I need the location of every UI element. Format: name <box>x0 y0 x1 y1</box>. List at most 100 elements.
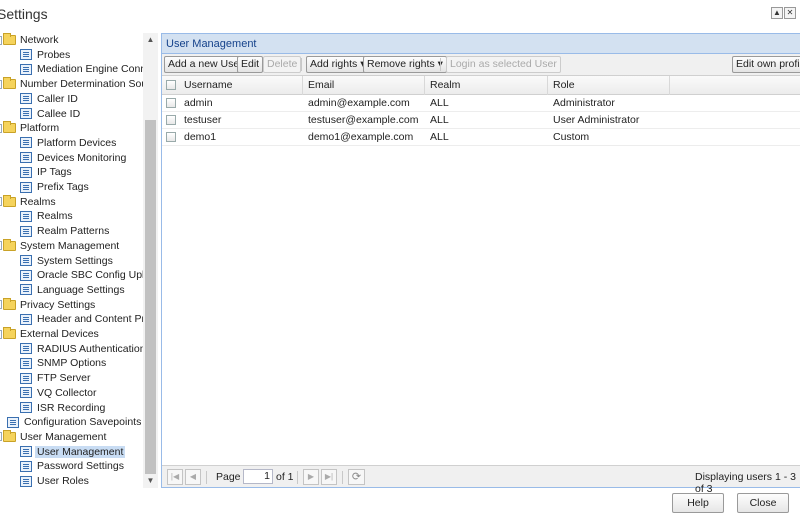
maximize-icon[interactable]: ▲ <box>771 7 783 19</box>
tree-item[interactable]: VQ Collector <box>20 386 99 400</box>
tree-item[interactable]: User Management <box>0 429 108 444</box>
login-as-user-button[interactable]: Login as selected User <box>446 56 561 73</box>
cell-email: demo1@example.com <box>308 131 414 143</box>
user-management-panel: User Management Add a new User Edit Dele… <box>161 33 800 495</box>
tree-item[interactable]: Header and Content Privacy <box>20 312 158 326</box>
close-button[interactable]: Close <box>737 493 789 513</box>
tree-item[interactable]: System Settings <box>20 254 115 268</box>
settings-page-icon <box>20 166 32 178</box>
tree-item[interactable]: Language Settings <box>20 283 127 297</box>
collapse-icon[interactable] <box>0 432 2 442</box>
collapse-icon[interactable] <box>0 123 2 133</box>
tree-item-label: Prefix Tags <box>37 181 89 193</box>
cell-username: demo1 <box>184 131 217 143</box>
tree-item-label: Probes <box>37 48 71 61</box>
column-header-realm[interactable]: Realm <box>425 76 548 95</box>
collapse-icon[interactable] <box>0 79 2 89</box>
folder-icon <box>3 121 16 134</box>
display-info: Displaying users 1 - 3 of 3 <box>695 471 796 495</box>
tree-item[interactable]: Number Determination Sources <box>0 77 158 91</box>
tree-item[interactable]: ISR Recording <box>20 401 107 415</box>
tree-scroll-thumb[interactable] <box>145 120 156 474</box>
tree-item[interactable]: Probes <box>20 48 72 62</box>
column-header-role[interactable]: Role <box>548 76 670 95</box>
title-bar: Settings ▲ ✕ <box>0 0 800 30</box>
collapse-icon[interactable] <box>0 197 2 207</box>
tree-item[interactable]: Password Settings <box>20 459 126 473</box>
column-header-username[interactable]: Username <box>179 76 303 95</box>
tree-item[interactable]: FTP Server <box>20 371 92 385</box>
cell-username: admin <box>184 97 213 109</box>
tree-item[interactable]: IP Tags <box>20 165 74 179</box>
tree-item[interactable]: Mediation Engine Connectors <box>20 62 158 76</box>
tree-item[interactable]: RADIUS Authentication <box>20 342 148 356</box>
tree-item[interactable]: SNMP Options <box>20 356 108 370</box>
next-page-icon[interactable]: ▶ <box>303 469 319 485</box>
last-page-icon[interactable]: ▶| <box>321 469 337 485</box>
collapse-icon[interactable] <box>0 241 2 251</box>
tree-item-label: Realms <box>20 195 56 208</box>
cell-role: Administrator <box>553 97 615 109</box>
cell-username: testuser <box>184 114 222 126</box>
delete-button[interactable]: Delete <box>263 56 302 73</box>
tree-item[interactable]: User Roles <box>20 474 91 488</box>
folder-icon <box>3 327 16 339</box>
edit-button[interactable]: Edit <box>237 56 264 73</box>
tree-item[interactable]: Oracle SBC Config Upload <box>20 268 158 282</box>
tree-item[interactable]: Prefix Tags <box>20 180 91 194</box>
tree-item[interactable]: Privacy Settings <box>0 297 97 312</box>
tree-item-label: Realms <box>37 210 73 223</box>
tree-item[interactable]: Callee ID <box>20 107 82 121</box>
tree-item[interactable]: Caller ID <box>20 92 80 106</box>
remove-rights-button[interactable]: Remove rights ▾ <box>363 56 447 73</box>
collapse-icon[interactable] <box>0 300 2 310</box>
add-user-button[interactable]: Add a new User <box>164 56 247 73</box>
panel-title: User Management <box>162 34 800 54</box>
tree-item-label: User Management <box>20 430 107 443</box>
collapse-icon[interactable] <box>0 35 2 45</box>
tree-item[interactable]: Network <box>0 33 61 47</box>
edit-own-profile-button[interactable]: Edit own profile <box>732 56 800 73</box>
tree-item-label: Privacy Settings <box>20 298 96 311</box>
column-header-email[interactable]: Email <box>303 76 425 95</box>
settings-page-icon <box>20 387 32 399</box>
first-page-icon[interactable]: |◀ <box>167 469 183 485</box>
folder-icon <box>3 429 16 442</box>
row-checkbox[interactable] <box>166 115 176 125</box>
prev-page-icon[interactable]: ◀ <box>185 469 201 485</box>
tree-item[interactable]: User Management <box>20 445 126 459</box>
cell-role: User Administrator <box>553 114 640 126</box>
settings-page-icon <box>20 402 32 413</box>
tree-item[interactable]: Platform Devices <box>20 136 118 150</box>
page-number-input[interactable]: 1 <box>243 469 273 484</box>
tree-item-label: Header and Content Privacy <box>37 313 158 326</box>
table-row[interactable]: admin admin@example.com ALL Administrator <box>162 95 800 112</box>
select-all-checkbox[interactable] <box>162 76 179 95</box>
tree-item[interactable]: Configuration Savepoints <box>7 415 143 429</box>
settings-page-icon <box>20 357 32 369</box>
tree-item[interactable]: Platform <box>0 121 61 135</box>
tree-item[interactable]: Devices Monitoring <box>20 151 128 165</box>
collapse-icon[interactable] <box>0 329 2 339</box>
row-checkbox[interactable] <box>166 98 176 108</box>
scroll-down-icon[interactable]: ▼ <box>143 475 158 487</box>
help-button[interactable]: Help <box>672 493 724 513</box>
close-icon[interactable]: ✕ <box>784 7 796 19</box>
tree-item[interactable]: Realm Patterns <box>20 224 111 238</box>
table-row[interactable]: demo1 demo1@example.com ALL Custom <box>162 129 800 146</box>
add-rights-button[interactable]: Add rights ▾ <box>306 56 370 73</box>
folder-icon <box>3 297 16 310</box>
tree-item[interactable]: Realms <box>20 209 75 223</box>
refresh-icon[interactable]: ⟳ <box>348 469 365 485</box>
settings-page-icon <box>20 93 32 105</box>
grid-body: admin admin@example.com ALL Administrator te… <box>162 95 800 146</box>
settings-page-icon <box>20 225 32 237</box>
page-label: Page <box>216 471 241 483</box>
table-row[interactable]: testuser testuser@example.com ALL User Admi… <box>162 112 800 129</box>
tree-item[interactable]: Realms <box>0 194 58 209</box>
tree-item[interactable]: System Management <box>0 238 121 253</box>
row-checkbox[interactable] <box>166 132 176 142</box>
scroll-up-icon[interactable]: ▲ <box>143 34 158 46</box>
tree-item[interactable]: External Devices <box>0 327 101 341</box>
settings-page-icon <box>20 255 32 266</box>
